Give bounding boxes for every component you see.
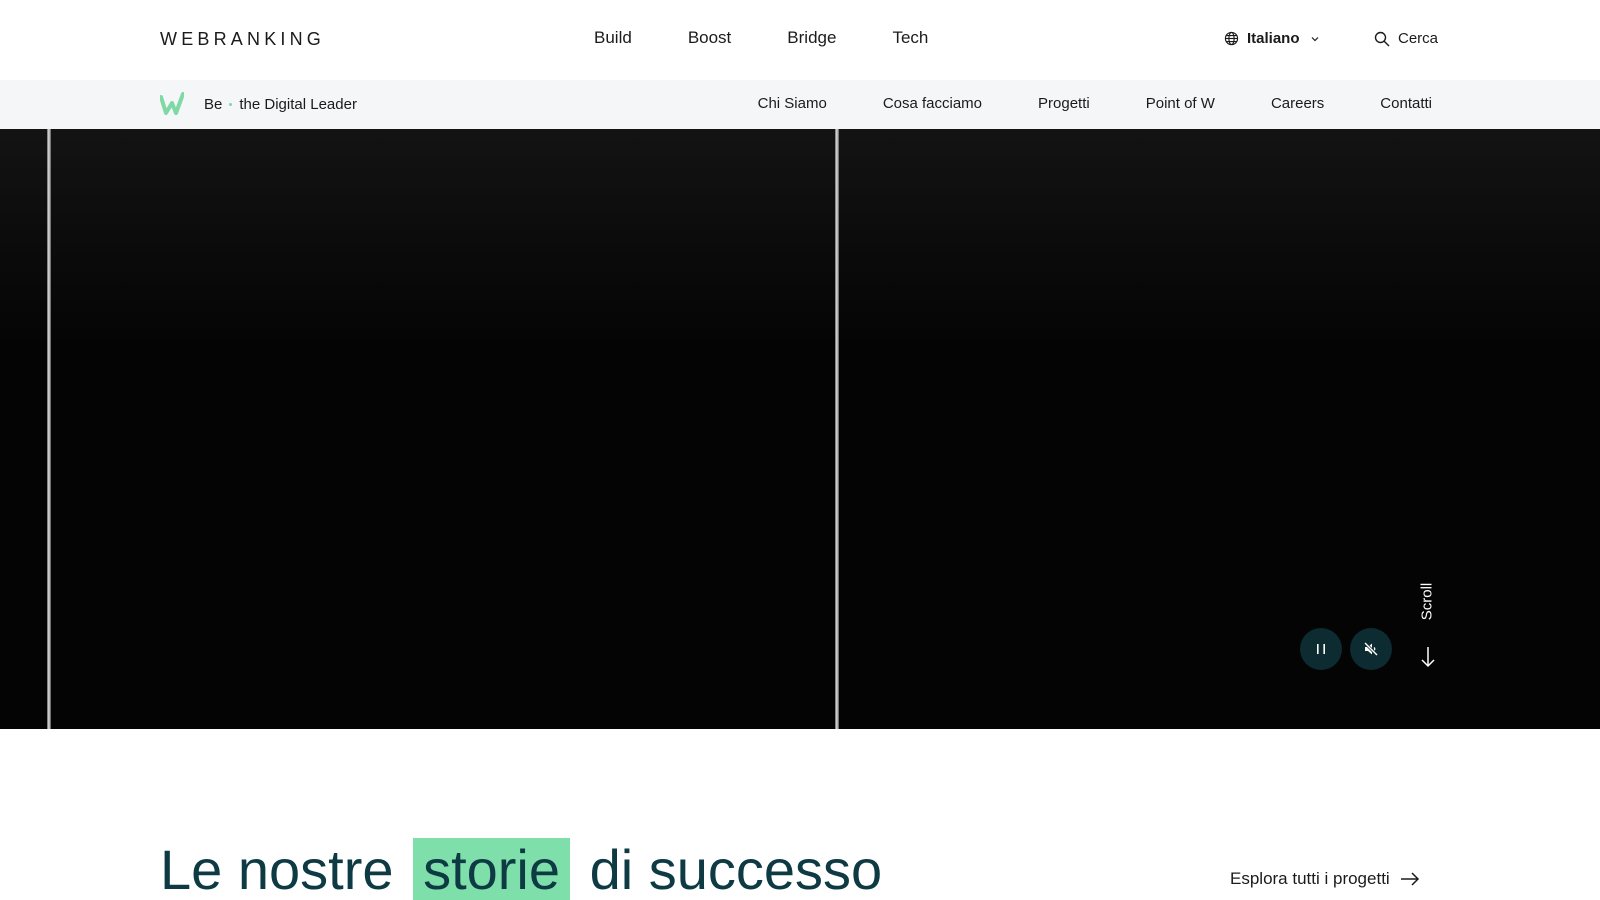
title-part-1: Le nostre xyxy=(160,838,394,900)
arrow-right-icon xyxy=(1400,872,1419,886)
title-part-2: di successo xyxy=(589,838,883,900)
title-highlight: storie xyxy=(413,838,570,900)
webranking-logo[interactable]: WEBRANKING xyxy=(160,29,325,50)
hero-video: Scroll xyxy=(0,129,1600,729)
pause-icon xyxy=(1317,644,1325,654)
tagline-text: the Digital Leader xyxy=(239,96,357,113)
nav-boost[interactable]: Boost xyxy=(688,28,731,48)
scroll-label[interactable]: Scroll xyxy=(1402,576,1452,626)
explore-label: Esplora tutti i progetti xyxy=(1230,869,1390,888)
nav-point-of-w[interactable]: Point of W xyxy=(1146,95,1215,112)
mute-icon xyxy=(1363,641,1379,657)
search-button[interactable]: Cerca xyxy=(1374,30,1438,47)
nav-chi-siamo[interactable]: Chi Siamo xyxy=(758,95,827,112)
mute-button[interactable] xyxy=(1350,628,1392,670)
video-haze xyxy=(0,129,1600,349)
tagline-dot xyxy=(229,103,233,106)
w-logo-icon[interactable] xyxy=(160,92,184,116)
nav-progetti[interactable]: Progetti xyxy=(1038,95,1090,112)
search-icon xyxy=(1374,31,1390,46)
sub-header: Be the Digital Leader Chi Siamo Cosa fac… xyxy=(0,80,1600,129)
search-label: Cerca xyxy=(1398,30,1439,47)
nav-cosa-facciamo[interactable]: Cosa facciamo xyxy=(883,95,982,112)
main-nav: Build Boost Bridge Tech xyxy=(594,28,984,48)
arrow-down-icon[interactable] xyxy=(1420,646,1436,668)
nav-bridge[interactable]: Bridge xyxy=(787,28,836,48)
top-header: WEBRANKING Build Boost Bridge Tech Itali… xyxy=(0,0,1600,80)
chevron-down-icon xyxy=(1311,36,1318,41)
video-light-line xyxy=(47,129,51,729)
tagline-be: Be xyxy=(204,96,223,113)
pause-button[interactable] xyxy=(1300,628,1342,670)
language-selector[interactable]: Italiano xyxy=(1224,30,1328,47)
globe-icon xyxy=(1224,31,1239,46)
nav-tech[interactable]: Tech xyxy=(892,28,928,48)
nav-contatti[interactable]: Contatti xyxy=(1380,95,1432,112)
explore-projects-link[interactable]: Esplora tutti i progetti xyxy=(1230,869,1420,889)
scroll-text: Scroll xyxy=(1418,582,1436,620)
nav-careers[interactable]: Careers xyxy=(1271,95,1324,112)
nav-build[interactable]: Build xyxy=(594,28,632,48)
success-stories-title: Le nostre storie di successo xyxy=(160,838,882,900)
secondary-nav: Chi Siamo Cosa facciamo Progetti Point o… xyxy=(702,95,1432,112)
video-light-line xyxy=(835,129,839,729)
language-label: Italiano xyxy=(1247,30,1300,47)
tagline: Be the Digital Leader xyxy=(204,96,357,113)
